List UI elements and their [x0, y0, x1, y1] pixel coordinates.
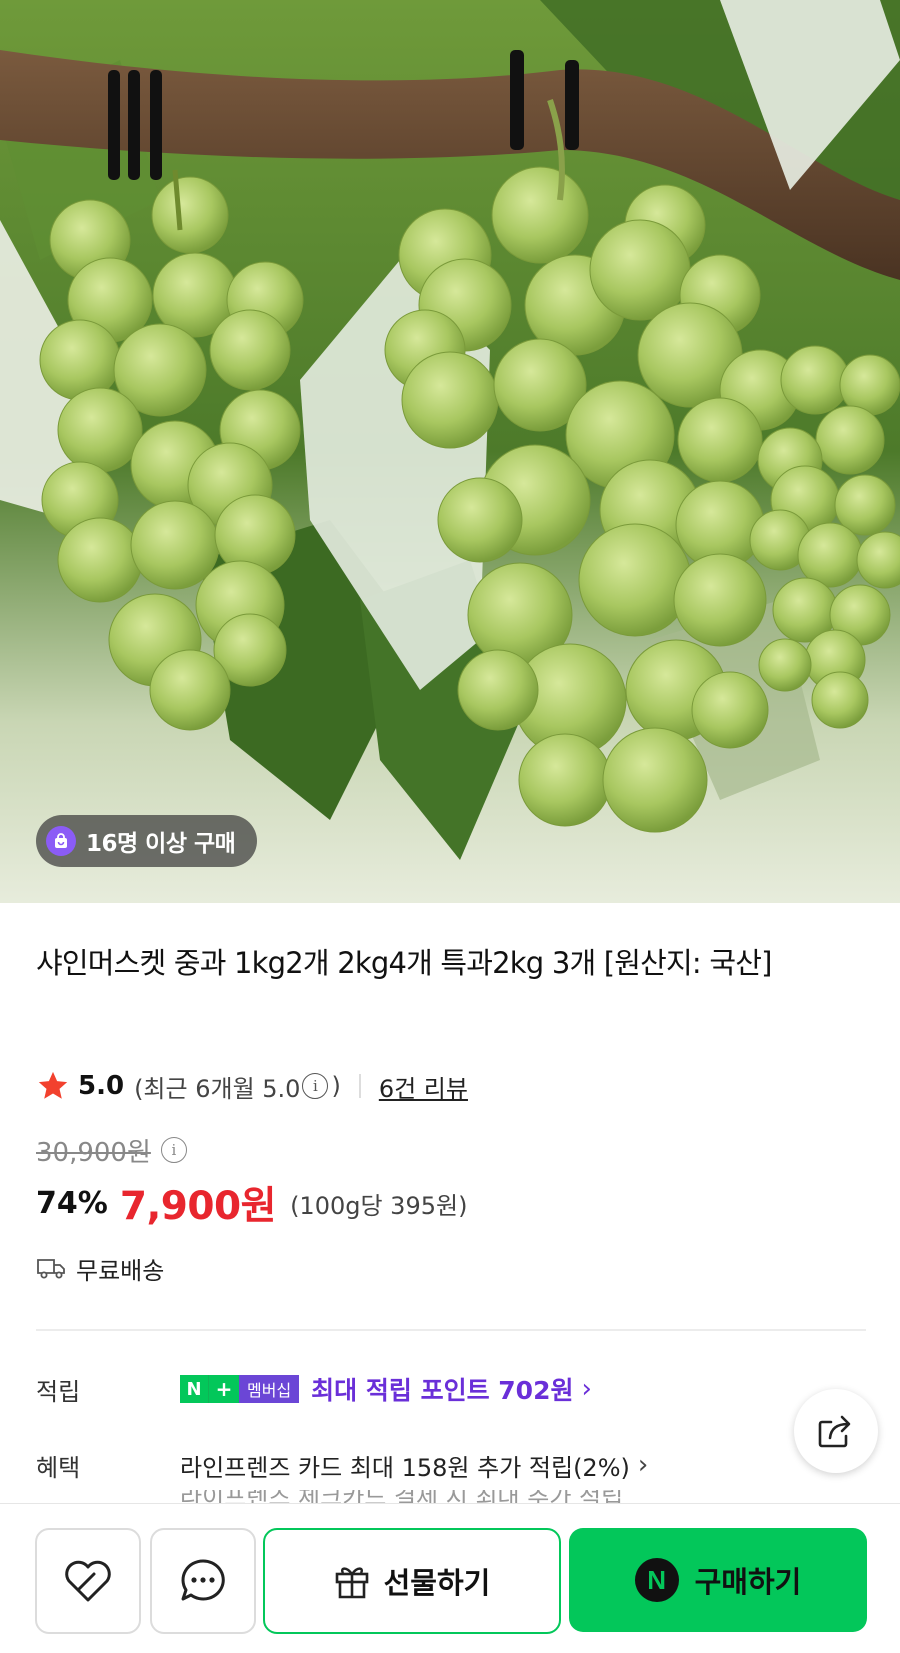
rating-value: 5.0	[78, 1071, 125, 1101]
badge-plus: +	[208, 1375, 239, 1403]
npay-membership-badge: N + 멤버십	[180, 1375, 300, 1403]
points-label: 적립	[36, 1377, 81, 1406]
shipping-row: 무료배송	[36, 1248, 164, 1288]
naver-n-icon: N	[634, 1558, 679, 1602]
rating-recent-close: )	[331, 1072, 341, 1100]
info-icon[interactable]: i	[302, 1073, 329, 1099]
discount-rate: 74%	[36, 1185, 108, 1221]
buy-label: 구매하기	[694, 1565, 802, 1599]
badge-n: N	[180, 1375, 208, 1403]
original-price-row: 30,900원 i	[36, 1130, 190, 1170]
grape-photo	[0, 0, 900, 903]
chevron-right-icon: ›	[581, 1374, 592, 1404]
chevron-right-icon: ›	[637, 1450, 649, 1480]
gift-icon	[335, 1567, 368, 1599]
card-benefit-text: 라인프렌즈 카드 최대 158원 추가 적립(2%)	[180, 1453, 630, 1482]
unit-price: (100g당 395원)	[290, 1191, 468, 1220]
chat-icon	[181, 1559, 225, 1601]
gift-button[interactable]: 선물하기	[263, 1528, 561, 1634]
section-divider	[36, 1329, 866, 1331]
buyer-count-badge: 16명 이상 구매	[36, 815, 258, 867]
price-row: 74% 7,900원 (100g당 395원)	[36, 1175, 467, 1231]
shipping-text: 무료배송	[76, 1256, 165, 1285]
points-row[interactable]: 적립 N + 멤버십 최대 적립 포인트 702원 ›	[36, 1367, 592, 1411]
badge-membership: 멤버십	[239, 1375, 300, 1403]
share-button[interactable]	[794, 1389, 878, 1473]
share-icon	[818, 1415, 851, 1448]
points-text: 최대 적립 포인트 702원	[311, 1376, 574, 1405]
clipped-benefit-text: 라이프렌즈 체크카드 결제 시 최대 추가 적립	[180, 1490, 624, 1504]
review-link[interactable]: 6건 리뷰	[379, 1069, 468, 1104]
shopping-bag-icon	[46, 826, 76, 856]
buy-button[interactable]: N 구매하기	[569, 1528, 867, 1632]
sale-price: 7,900원	[119, 1184, 277, 1229]
benefit-label: 혜택	[36, 1453, 81, 1482]
heart-icon	[65, 1560, 111, 1602]
star-icon	[38, 1071, 68, 1099]
product-image[interactable]: 16명 이상 구매	[0, 0, 900, 903]
buyer-count-text: 16명 이상 구매	[86, 831, 236, 857]
card-benefit-row[interactable]: 혜택 라인프렌즈 카드 최대 158원 추가 적립(2%) ›	[36, 1443, 648, 1487]
bottom-action-bar: 선물하기 N 구매하기	[0, 1503, 900, 1653]
gift-label: 선물하기	[383, 1566, 491, 1600]
truck-icon	[37, 1259, 65, 1279]
chat-button[interactable]	[150, 1528, 256, 1634]
rating-recent: (최근 6개월 5.0	[134, 1074, 301, 1103]
divider	[358, 1074, 361, 1098]
product-title: 샤인머스켓 중과 1kg2개 2kg4개 특과2kg 3개 [원산지: 국산]	[36, 946, 772, 980]
rating-row: 5.0 (최근 6개월 5.0 i ) 6건 리뷰	[36, 1066, 468, 1106]
wishlist-button[interactable]	[35, 1528, 141, 1634]
info-icon[interactable]: i	[160, 1137, 187, 1163]
original-price: 30,900원	[36, 1137, 151, 1168]
